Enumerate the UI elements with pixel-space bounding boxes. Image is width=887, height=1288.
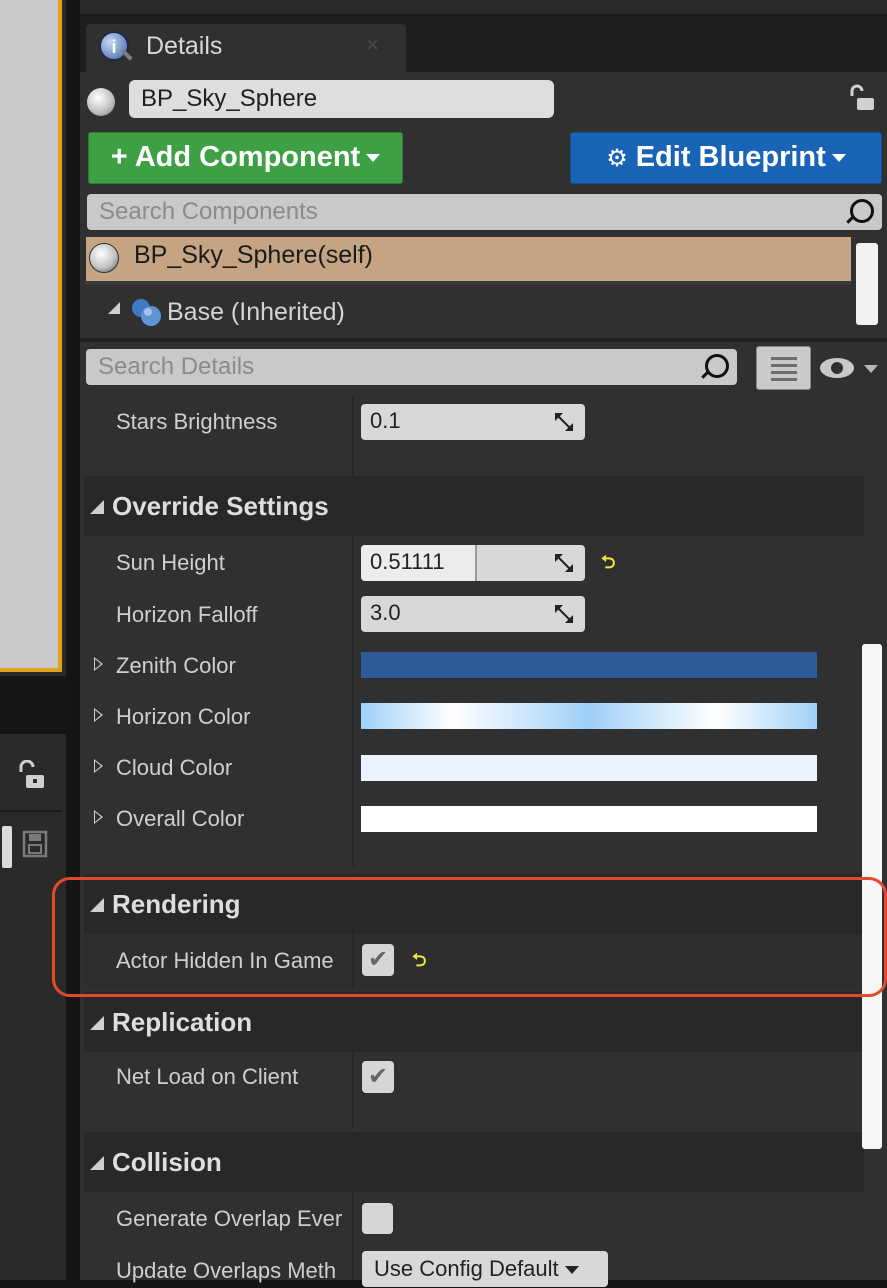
collapse-arrow-icon[interactable] xyxy=(90,1156,104,1170)
chevron-down-icon[interactable] xyxy=(864,365,878,373)
property-label: Generate Overlap Ever xyxy=(116,1206,343,1231)
column-divider xyxy=(352,992,354,1128)
chevron-down-icon xyxy=(831,154,846,163)
section-header-override[interactable]: Override Settings xyxy=(84,476,864,536)
property-label: Horizon Color xyxy=(116,704,251,729)
section-label: Override Settings xyxy=(112,491,329,521)
property-row: Generate Overlap Ever xyxy=(84,1196,352,1242)
property-label: Overall Color xyxy=(116,806,245,831)
add-component-label: + Add Component xyxy=(110,141,361,173)
update-overlaps-value: Use Config Default xyxy=(374,1256,559,1281)
highlight-annotation xyxy=(52,877,887,997)
expand-arrow-icon[interactable] xyxy=(94,759,103,773)
drag-handle-icon[interactable] xyxy=(555,413,573,431)
lock-icon[interactable] xyxy=(848,84,878,119)
component-label: BP_Sky_Sphere(self) xyxy=(134,241,374,269)
sun-height-slider[interactable]: 0.51111 xyxy=(361,545,585,581)
cloud-color-swatch[interactable] xyxy=(361,755,817,781)
property-label: Zenith Color xyxy=(116,653,236,678)
eye-icon[interactable] xyxy=(820,358,854,378)
update-overlaps-dropdown[interactable]: Use Config Default xyxy=(362,1251,608,1287)
add-component-button[interactable]: + Add Component xyxy=(88,132,403,184)
viewport-panel-edge[interactable] xyxy=(0,0,62,672)
horizon-falloff-value: 3.0 xyxy=(370,600,401,625)
info-icon: i xyxy=(99,31,129,61)
save-icon[interactable] xyxy=(22,830,48,858)
expand-arrow-icon[interactable] xyxy=(94,657,103,671)
edit-blueprint-label: Edit Blueprint xyxy=(635,141,826,173)
section-header-replication[interactable]: Replication xyxy=(84,992,864,1052)
edit-blueprint-button[interactable]: ⚙ Edit Blueprint xyxy=(570,132,882,184)
component-list-scrollbar[interactable] xyxy=(856,243,878,325)
collapse-arrow-icon[interactable] xyxy=(108,302,120,314)
panel-top-bar xyxy=(80,0,887,15)
property-label: Update Overlaps Meth xyxy=(116,1258,337,1283)
tab-close-button[interactable]: × xyxy=(366,32,379,58)
actor-sphere-icon xyxy=(87,88,115,116)
collapse-arrow-icon[interactable] xyxy=(90,500,104,514)
tab-details-label: Details xyxy=(146,32,223,60)
property-matrix-button[interactable] xyxy=(756,346,811,390)
left-panel-band xyxy=(0,676,66,734)
component-divider xyxy=(86,281,851,285)
static-mesh-component-icon xyxy=(129,296,163,328)
search-icon xyxy=(705,354,729,378)
drag-handle-icon[interactable] xyxy=(555,605,573,623)
horizon-color-swatch[interactable] xyxy=(361,703,817,729)
drag-handle-icon[interactable] xyxy=(555,554,573,572)
expand-arrow-icon[interactable] xyxy=(94,708,103,722)
stars-brightness-input[interactable]: 0.1 xyxy=(361,404,585,440)
property-label: Sun Height xyxy=(116,550,225,575)
actor-name-field[interactable]: BP_Sky_Sphere xyxy=(129,80,554,118)
reset-to-default-icon[interactable]: ⮌ xyxy=(601,550,615,580)
generate-overlap-checkbox[interactable] xyxy=(362,1203,393,1234)
search-details-placeholder: Search Details xyxy=(98,353,255,380)
section-header-collision[interactable]: Collision xyxy=(84,1132,864,1192)
section-label: Replication xyxy=(112,1007,253,1037)
zenith-color-swatch[interactable] xyxy=(361,652,817,678)
overall-color-swatch[interactable] xyxy=(361,806,817,832)
sun-height-value: 0.51111 xyxy=(370,549,445,574)
section-label: Collision xyxy=(112,1147,222,1177)
expand-arrow-icon[interactable] xyxy=(94,810,103,824)
net-load-checkbox[interactable]: ✔ xyxy=(362,1061,394,1093)
search-details-input[interactable]: Search Details xyxy=(86,349,737,385)
horizon-falloff-input[interactable]: 3.0 xyxy=(361,596,585,632)
stars-brightness-value: 0.1 xyxy=(370,408,401,433)
property-label: Stars Brightness xyxy=(116,409,278,434)
gears-icon: ⚙ xyxy=(606,145,628,172)
search-components-input[interactable]: Search Components xyxy=(87,194,882,230)
property-label: Net Load on Client xyxy=(116,1064,299,1089)
component-row-self[interactable]: BP_Sky_Sphere(self) xyxy=(86,237,851,281)
left-divider xyxy=(0,810,62,812)
chevron-down-icon xyxy=(564,1266,579,1275)
property-label: Cloud Color xyxy=(116,755,233,780)
chevron-down-icon xyxy=(366,154,381,163)
lock-icon[interactable] xyxy=(16,759,50,794)
details-divider xyxy=(80,338,887,342)
collapse-arrow-icon[interactable] xyxy=(90,1016,104,1030)
side-tab-handle[interactable] xyxy=(2,826,12,868)
tab-details[interactable] xyxy=(86,24,406,72)
search-icon xyxy=(850,199,874,223)
property-label: Horizon Falloff xyxy=(116,602,258,627)
search-components-placeholder: Search Components xyxy=(99,198,318,225)
property-row: Update Overlaps Meth xyxy=(84,1248,352,1288)
column-divider xyxy=(352,1132,354,1280)
component-row-base[interactable]: Base (Inherited) xyxy=(167,298,345,327)
property-row: Net Load on Client xyxy=(84,1052,864,1128)
actor-sphere-icon xyxy=(89,243,119,273)
